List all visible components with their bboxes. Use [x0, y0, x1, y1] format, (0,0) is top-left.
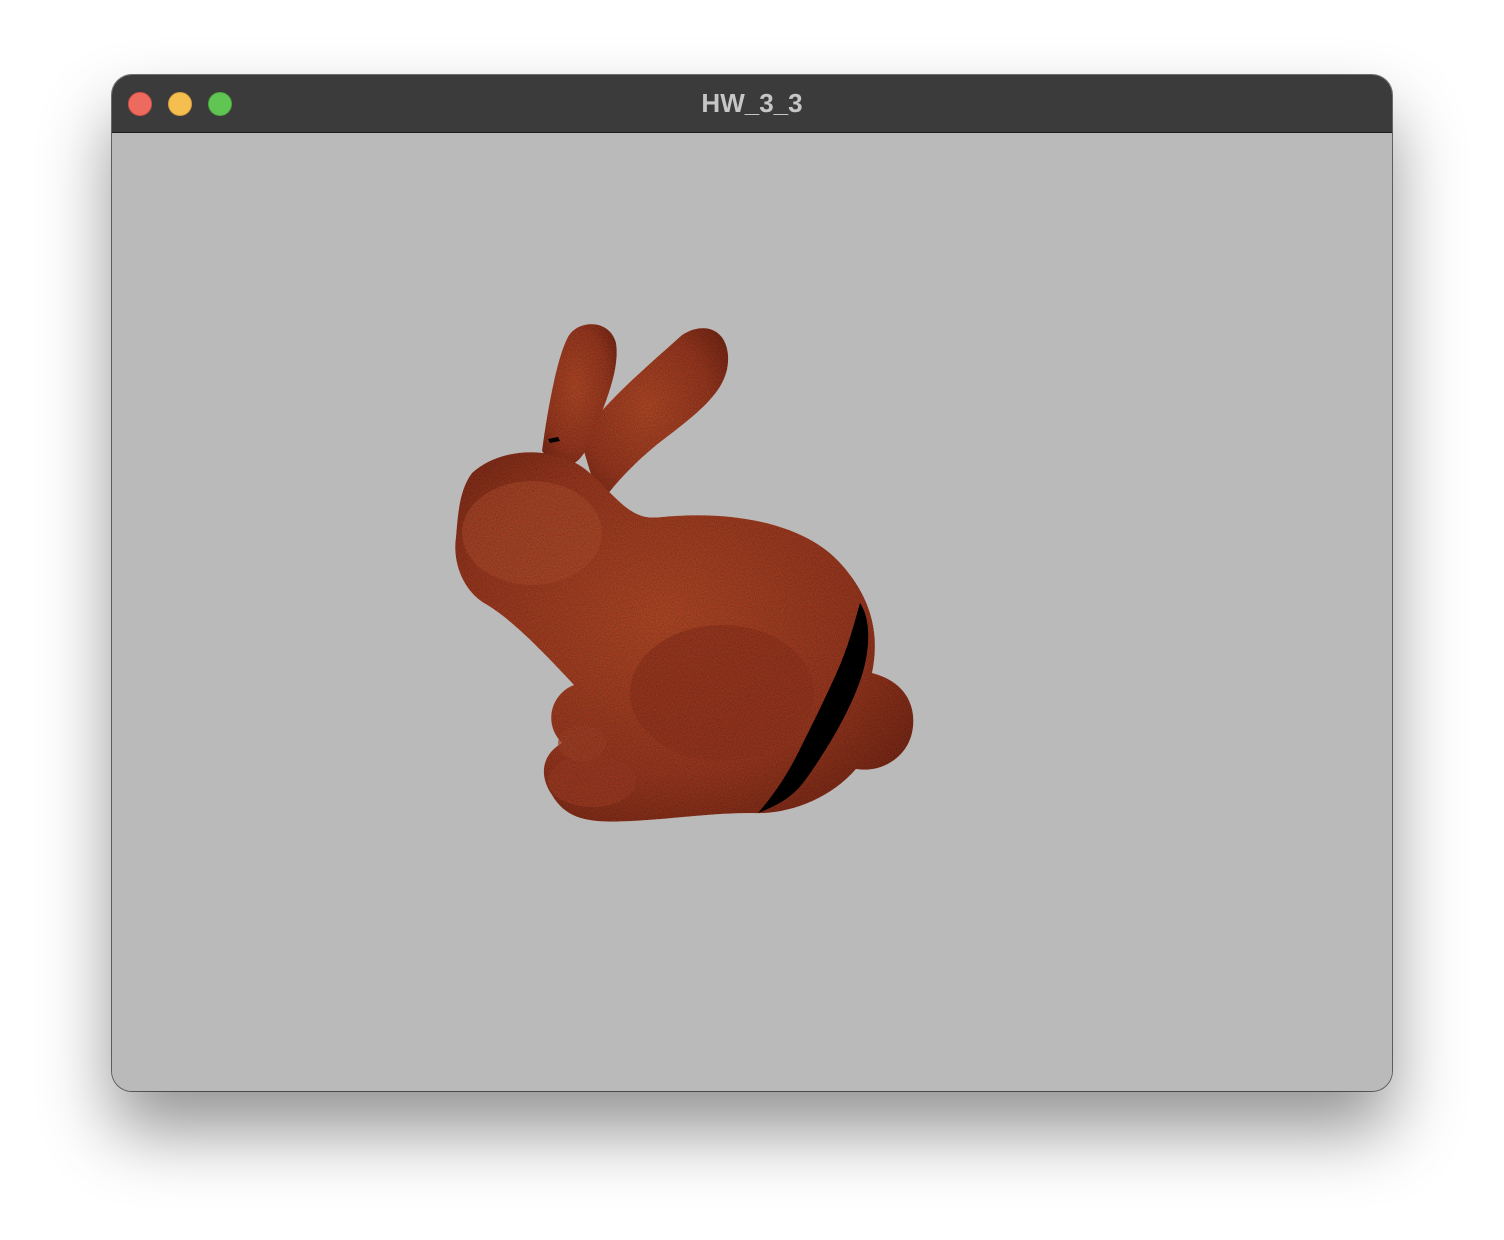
window-title: HW_3_3: [701, 88, 803, 118]
bunny-render: [455, 324, 914, 822]
title-bar[interactable]: HW_3_3: [112, 75, 1392, 133]
bunny-model: [455, 324, 914, 822]
render-viewport[interactable]: [112, 133, 1392, 1091]
app-window: HW_3_3: [112, 75, 1392, 1091]
